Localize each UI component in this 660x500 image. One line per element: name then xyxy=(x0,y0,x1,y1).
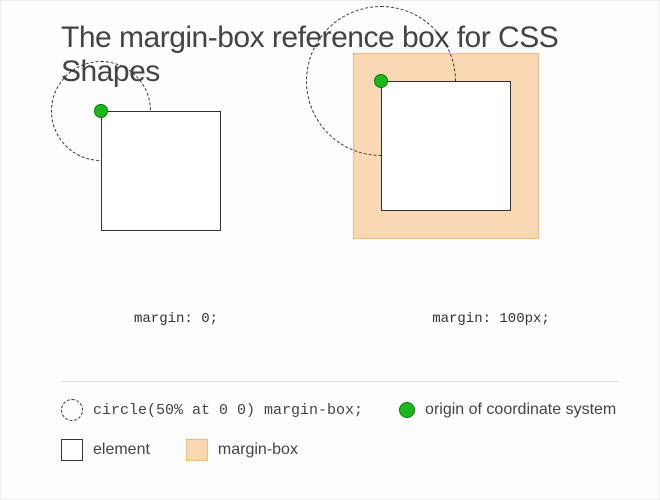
legend-label-marginbox: margin-box xyxy=(218,441,298,459)
caption-left: margin: 0; xyxy=(101,311,251,327)
legend: circle(50% at 0 0) margin-box; origin of… xyxy=(61,399,616,479)
legend-label-origin: origin of coordinate system xyxy=(425,401,616,419)
margin-box-icon xyxy=(186,439,208,461)
dashed-circle-icon xyxy=(61,399,83,421)
legend-item-shape: circle(50% at 0 0) margin-box; xyxy=(61,399,363,421)
element-box xyxy=(101,111,221,231)
legend-label-element: element xyxy=(93,441,150,459)
divider xyxy=(61,381,619,382)
origin-dot-icon xyxy=(399,402,415,418)
legend-item-origin: origin of coordinate system xyxy=(399,401,616,419)
legend-label-shape: circle(50% at 0 0) margin-box; xyxy=(93,402,363,419)
legend-item-marginbox: margin-box xyxy=(186,439,298,461)
element-box-icon xyxy=(61,439,83,461)
legend-item-element: element xyxy=(61,439,150,461)
caption-right: margin: 100px; xyxy=(401,311,581,327)
origin-dot-icon xyxy=(374,74,388,88)
element-box xyxy=(381,81,511,211)
diagram-stage xyxy=(1,71,660,341)
origin-dot-icon xyxy=(94,104,108,118)
